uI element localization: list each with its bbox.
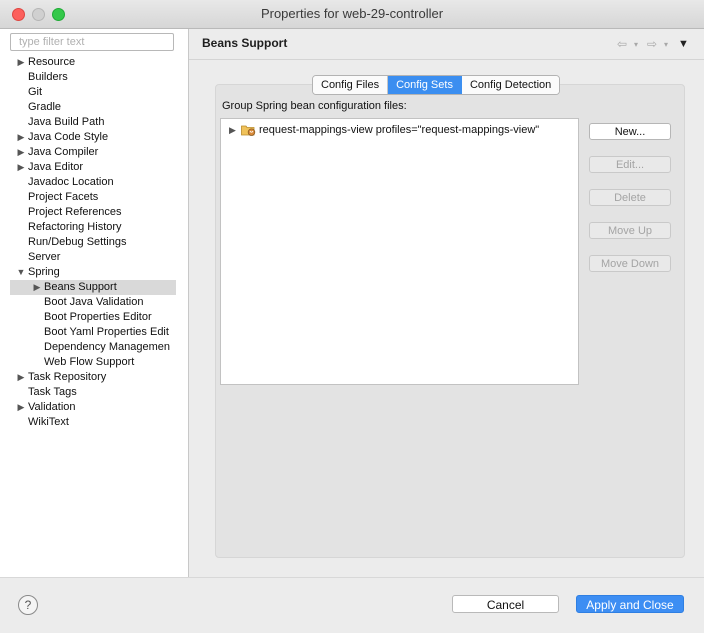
sidebar-item-task-tags[interactable]: Task Tags [10,385,188,400]
sidebar-item-label: Web Flow Support [44,356,135,368]
sidebar-item-label: Java Editor [28,161,84,173]
sidebar-item-beans-support[interactable]: ▶ Beans Support [10,280,176,295]
delete-button[interactable]: Delete [589,189,671,206]
tab-config-sets[interactable]: Config Sets [388,76,462,94]
sidebar-item-label: Validation [28,401,76,413]
collapsed-arrow-icon[interactable]: ▶ [16,55,26,70]
folder-bean-icon [241,125,256,136]
sidebar-item-boot-yaml-properties-edit[interactable]: Boot Yaml Properties Edit [10,325,188,340]
sidebar-item-resource[interactable]: ▶ Resource [10,55,188,70]
filter-input[interactable] [10,33,174,51]
sidebar-item-label: Task Repository [28,371,107,383]
sidebar-item-spring[interactable]: ▼ Spring [10,265,188,280]
page-title: Beans Support [202,36,288,50]
sidebar-item-label: Boot Yaml Properties Edit [44,326,169,338]
page-header: Beans Support ⇦ ▾ ⇨ ▾ ▼ [189,29,704,60]
sidebar-item-label: Refactoring History [28,221,122,233]
collapsed-arrow-icon[interactable]: ▶ [16,130,26,145]
sidebar-item-java-code-style[interactable]: ▶ Java Code Style [10,130,188,145]
sidebar-item-label: Task Tags [28,386,77,398]
sidebar-item-builders[interactable]: Builders [10,70,188,85]
sidebar-item-javadoc-location[interactable]: Javadoc Location [10,175,188,190]
sidebar-item-label: Run/Debug Settings [28,236,127,248]
collapsed-arrow-icon[interactable]: ▶ [16,145,26,160]
sidebar-item-label: Javadoc Location [28,176,114,188]
sidebar-item-label: Java Compiler [28,146,99,158]
sidebar-item-project-facets[interactable]: Project Facets [10,190,188,205]
forward-dropdown-icon[interactable]: ▾ [664,40,668,49]
sidebar-item-java-editor[interactable]: ▶ Java Editor [10,160,188,175]
sidebar-item-label: Spring [28,266,60,278]
sidebar-item-run-debug-settings[interactable]: Run/Debug Settings [10,235,188,250]
sidebar-item-java-compiler[interactable]: ▶ Java Compiler [10,145,188,160]
sidebar-item-label: Java Build Path [28,116,105,128]
sidebar-item-label: Project Facets [28,191,99,203]
sidebar-item-label: Java Code Style [28,131,109,143]
sidebar-item-gradle[interactable]: Gradle [10,100,188,115]
expanded-arrow-icon[interactable]: ▼ [16,265,26,280]
sidebar-item-label: Beans Support [44,281,117,293]
view-menu-icon[interactable]: ▼ [678,38,689,50]
main-panel: Beans Support ⇦ ▾ ⇨ ▾ ▼ Config Files Con… [189,29,704,577]
sidebar-item-label: Server [28,251,61,263]
sidebar-item-wikitext[interactable]: WikiText [10,415,188,430]
config-sets-list[interactable]: ▶ request-mappings-view profiles="reques… [220,118,579,385]
sidebar-item-boot-java-validation[interactable]: Boot Java Validation [10,295,188,310]
collapsed-arrow-icon[interactable]: ▶ [16,370,26,385]
apply-and-close-button[interactable]: Apply and Close [576,595,684,613]
new-button[interactable]: New... [589,123,671,140]
tab-bar: Config Files Config Sets Config Detectio… [312,75,561,95]
move-down-button[interactable]: Move Down [589,255,671,272]
sidebar: ▶ResourceBuildersGitGradleJava Build Pat… [0,29,189,577]
sidebar-item-server[interactable]: Server [10,250,188,265]
sidebar-item-label: Resource [28,56,76,68]
window-title: Properties for web-29-controller [260,6,444,21]
edit-button[interactable]: Edit... [589,156,671,173]
sidebar-item-label: Boot Properties Editor [44,311,152,323]
back-arrow-icon[interactable]: ⇦ [617,37,627,51]
tab-config-detection[interactable]: Config Detection [461,76,560,94]
sidebar-item-label: Project References [28,206,122,218]
sidebar-item-label: Builders [28,71,68,83]
sidebar-item-web-flow-support[interactable]: Web Flow Support [10,355,188,370]
sidebar-item-label: WikiText [28,416,69,428]
expand-arrow-icon[interactable]: ▶ [229,122,236,138]
sidebar-item-refactoring-history[interactable]: Refactoring History [10,220,188,235]
sidebar-item-task-repository[interactable]: ▶ Task Repository [10,370,188,385]
sidebar-item-label: Git [28,86,43,98]
collapsed-arrow-icon[interactable]: ▶ [32,280,42,295]
preference-tree: ▶ Resource Builders Git Gradle Java Build Pat… [10,55,188,430]
sidebar-item-label: Boot Java Validation [44,296,144,308]
sidebar-item-project-references[interactable]: Project References [10,205,188,220]
back-dropdown-icon[interactable]: ▾ [634,40,638,49]
help-icon[interactable]: ? [18,595,38,615]
sidebar-item-label: Gradle [28,101,62,113]
group-label: Group Spring bean configuration files: [222,100,407,112]
sidebar-item-java-build-path[interactable]: Java Build Path [10,115,188,130]
sidebar-item-label: Dependency Managemen [44,341,170,353]
tab-config-files[interactable]: Config Files [313,76,389,94]
dialog-footer: ? Cancel Apply and Close [0,577,704,633]
sidebar-item-dependency-managemen[interactable]: Dependency Managemen [10,340,188,355]
move-up-button[interactable]: Move Up [589,222,671,239]
forward-arrow-icon[interactable]: ⇨ [647,37,657,51]
sidebar-item-boot-properties-editor[interactable]: Boot Properties Editor [10,310,188,325]
sidebar-item-git[interactable]: Git [10,85,188,100]
collapsed-arrow-icon[interactable]: ▶ [16,160,26,175]
sidebar-item-validation[interactable]: ▶ Validation [10,400,188,415]
collapsed-arrow-icon[interactable]: ▶ [16,400,26,415]
cancel-button[interactable]: Cancel [452,595,559,613]
list-item-label: request-mappings-view profiles="request-… [259,124,540,136]
title-bar: Properties for web-29-controller [0,0,704,29]
